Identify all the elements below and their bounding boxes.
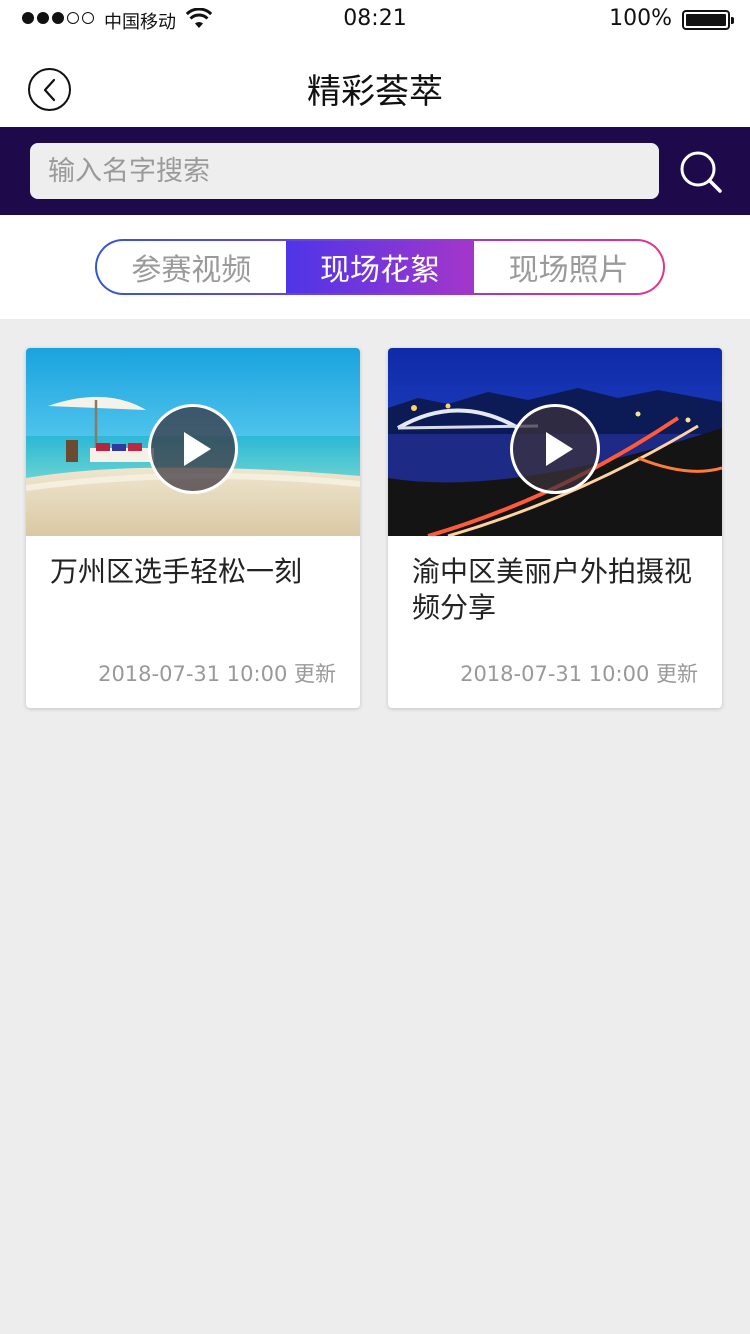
night-bridge-image bbox=[388, 348, 722, 536]
search-button[interactable] bbox=[676, 147, 726, 197]
chevron-left-icon bbox=[43, 78, 55, 101]
video-card[interactable]: 渝中区美丽户外拍摄视频分享 2018-07-31 10:00 更新 bbox=[388, 348, 722, 708]
play-button[interactable] bbox=[510, 404, 600, 494]
video-update-time: 2018-07-31 10:00 更新 bbox=[460, 662, 698, 686]
play-button[interactable] bbox=[148, 404, 238, 494]
battery-percentage: 100% bbox=[609, 6, 672, 31]
tab-behind-the-scenes[interactable]: 现场花絮 bbox=[285, 241, 475, 293]
tab-live-photos[interactable]: 现场照片 bbox=[474, 241, 663, 293]
play-icon bbox=[183, 432, 211, 466]
search-input[interactable] bbox=[30, 143, 659, 199]
video-title: 万州区选手轻松一刻 bbox=[50, 555, 303, 588]
segmented-tabs: 参赛视频 现场花絮 现场照片 bbox=[95, 239, 665, 295]
video-card[interactable]: 万州区选手轻松一刻 2018-07-31 10:00 更新 bbox=[26, 348, 360, 708]
search-bar bbox=[0, 127, 750, 215]
search-icon bbox=[680, 151, 722, 193]
status-bar: 中国移动 08:21 100% bbox=[0, 0, 750, 40]
tab-strip: 参赛视频 现场花絮 现场照片 bbox=[0, 215, 750, 319]
beach-umbrella-image bbox=[26, 348, 360, 536]
video-update-time: 2018-07-31 10:00 更新 bbox=[98, 662, 336, 686]
back-button[interactable] bbox=[28, 68, 71, 111]
video-title: 渝中区美丽户外拍摄视频分享 bbox=[412, 555, 693, 624]
page-title: 精彩荟萃 bbox=[307, 72, 443, 112]
navigation-header: 精彩荟萃 bbox=[0, 40, 750, 127]
tab-contest-videos[interactable]: 参赛视频 bbox=[97, 241, 286, 293]
play-icon bbox=[545, 432, 573, 466]
battery-icon bbox=[682, 10, 734, 30]
